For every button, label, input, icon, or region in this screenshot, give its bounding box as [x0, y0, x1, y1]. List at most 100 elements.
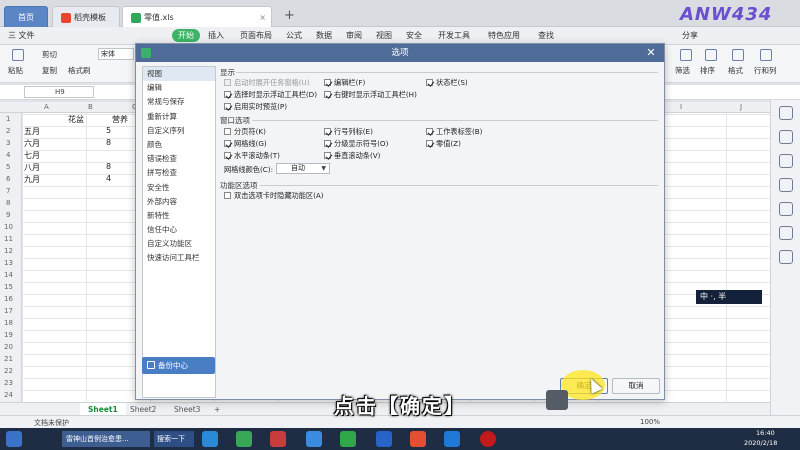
- close-icon[interactable]: ✕: [644, 44, 658, 62]
- rows-cols-icon[interactable]: [760, 49, 772, 61]
- row-header[interactable]: 14: [4, 271, 13, 279]
- cloud-icon[interactable]: [306, 431, 322, 447]
- format-label[interactable]: 格式: [728, 65, 743, 76]
- opt-hide-ribbon-doubleclick[interactable]: 双击选项卡时隐藏功能区(A): [224, 191, 324, 201]
- menu-security[interactable]: 安全: [406, 30, 422, 41]
- property-icon[interactable]: [778, 178, 793, 192]
- menu-formula[interactable]: 公式: [286, 30, 302, 41]
- paste-label[interactable]: 粘贴: [8, 65, 23, 76]
- close-tab-icon[interactable]: ×: [259, 7, 266, 27]
- help-icon[interactable]: [778, 250, 793, 264]
- cell-b5[interactable]: 8: [106, 162, 111, 171]
- cell-a5[interactable]: 八月: [24, 162, 40, 173]
- dialog-title-bar[interactable]: 选项 ✕: [136, 44, 664, 62]
- paste-icon[interactable]: [12, 49, 24, 61]
- format-painter-button[interactable]: 格式刷: [68, 65, 91, 76]
- tab-zero-value-xls[interactable]: 零值.xls ×: [122, 6, 272, 27]
- sort-icon[interactable]: [705, 49, 717, 61]
- opt-page-break[interactable]: 分页符(K): [224, 127, 266, 137]
- checkbox[interactable]: [324, 152, 331, 159]
- nav-trust-center[interactable]: 信任中心: [143, 223, 215, 237]
- checkbox[interactable]: [426, 128, 433, 135]
- opt-outline-symbols[interactable]: 分级显示符号(O): [324, 139, 388, 149]
- cell-a3[interactable]: 六月: [24, 138, 40, 149]
- cell-c1[interactable]: 营养: [112, 114, 128, 125]
- col-header[interactable]: A: [44, 103, 49, 111]
- menu-insert[interactable]: 插入: [208, 30, 224, 41]
- tab-home[interactable]: 首页: [4, 6, 48, 27]
- share-button[interactable]: 分享: [682, 30, 698, 41]
- nav-color[interactable]: 颜色: [143, 138, 215, 152]
- nav-new-features[interactable]: 新特性: [143, 209, 215, 223]
- col-header[interactable]: B: [88, 103, 93, 111]
- row-header[interactable]: 21: [4, 355, 13, 363]
- menu-page-layout[interactable]: 页面布局: [240, 30, 272, 41]
- cell-b6[interactable]: 4: [106, 174, 111, 183]
- nav-custom-ribbon[interactable]: 自定义功能区: [143, 237, 215, 251]
- backup-icon[interactable]: [778, 202, 793, 216]
- row-header[interactable]: 18: [4, 319, 13, 327]
- menu-start[interactable]: 开始: [172, 29, 200, 42]
- opt-row-col-headers[interactable]: 行号列标(E): [324, 127, 373, 137]
- format-icon[interactable]: [732, 49, 744, 61]
- font-select[interactable]: 宋体: [98, 48, 134, 60]
- opt-horizontal-scrollbar[interactable]: 水平滚动条(T): [224, 151, 280, 161]
- row-header[interactable]: 17: [4, 307, 13, 315]
- nav-general-save[interactable]: 常规与保存: [143, 95, 215, 109]
- opt-vertical-scrollbar[interactable]: 垂直滚动条(V): [324, 151, 380, 161]
- nav-quick-access[interactable]: 快速访问工具栏: [143, 251, 215, 265]
- col-header[interactable]: J: [740, 103, 742, 111]
- checkbox[interactable]: [324, 91, 331, 98]
- row-header[interactable]: 16: [4, 295, 13, 303]
- nav-external-content[interactable]: 外部内容: [143, 195, 215, 209]
- row-header[interactable]: 12: [4, 247, 13, 255]
- backup-center-button[interactable]: 备份中心: [142, 357, 215, 374]
- row-header[interactable]: 22: [4, 367, 13, 375]
- taskbar-item-search[interactable]: 搜索一下: [154, 431, 194, 447]
- chrome-icon[interactable]: [410, 431, 426, 447]
- cell-b3[interactable]: 8: [106, 138, 111, 147]
- col-header[interactable]: I: [680, 103, 682, 111]
- word-icon[interactable]: [376, 431, 392, 447]
- nav-error-check[interactable]: 错误检查: [143, 152, 215, 166]
- style-icon[interactable]: [778, 154, 793, 168]
- checkbox[interactable]: [224, 128, 231, 135]
- new-tab-button[interactable]: +: [284, 8, 295, 23]
- cell-a4[interactable]: 七月: [24, 150, 40, 161]
- row-header[interactable]: 8: [6, 199, 10, 207]
- cell-b2[interactable]: 5: [106, 126, 111, 135]
- opt-float-toolbar-select[interactable]: 选择时显示浮动工具栏(D): [224, 90, 317, 100]
- tab-docer-templates[interactable]: 稻壳模板: [52, 6, 120, 27]
- checkbox[interactable]: [324, 128, 331, 135]
- nav-spell-check[interactable]: 拼写检查: [143, 166, 215, 180]
- nav-security[interactable]: 安全性: [143, 181, 215, 195]
- cell-a2[interactable]: 五月: [24, 126, 40, 137]
- row-header[interactable]: 4: [6, 151, 10, 159]
- menu-developer[interactable]: 开发工具: [438, 30, 470, 41]
- cancel-button[interactable]: 取消: [612, 378, 660, 394]
- row-header[interactable]: 3: [6, 139, 10, 147]
- wps-icon[interactable]: [270, 431, 286, 447]
- row-header[interactable]: 2: [6, 127, 10, 135]
- opt-sheet-tabs[interactable]: 工作表标签(B): [426, 127, 482, 137]
- filter-icon[interactable]: [680, 49, 692, 61]
- checkbox[interactable]: [224, 79, 231, 86]
- row-header[interactable]: 24: [4, 391, 13, 399]
- opt-gridlines[interactable]: 网格线(G): [224, 139, 267, 149]
- file-menu[interactable]: 三 文件: [8, 30, 35, 41]
- opt-zero-values[interactable]: 零值(Z): [426, 139, 461, 149]
- row-header[interactable]: 23: [4, 379, 13, 387]
- filter-label[interactable]: 筛选: [675, 65, 690, 76]
- opt-status-bar[interactable]: 状态栏(S): [426, 78, 468, 88]
- row-header[interactable]: 20: [4, 343, 13, 351]
- checkbox[interactable]: [224, 192, 231, 199]
- checkbox[interactable]: [224, 140, 231, 147]
- row-header[interactable]: 7: [6, 187, 10, 195]
- gridline-color-select[interactable]: 自动 ▼: [276, 163, 330, 174]
- select-icon[interactable]: [778, 106, 793, 120]
- row-header[interactable]: 11: [4, 235, 13, 243]
- row-header[interactable]: 6: [6, 175, 10, 183]
- nav-recalculate[interactable]: 重新计算: [143, 110, 215, 124]
- opt-float-toolbar-rightclick[interactable]: 右键时显示浮动工具栏(H): [324, 90, 417, 100]
- ie-icon[interactable]: [202, 431, 218, 447]
